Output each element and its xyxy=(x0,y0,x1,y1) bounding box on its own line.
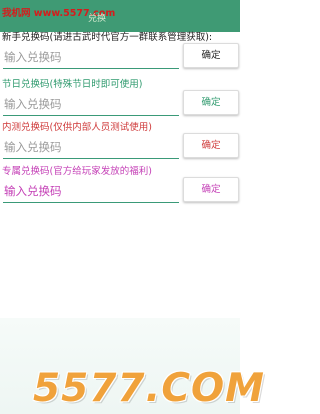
watermark-area: 5577.COM xyxy=(0,318,264,414)
section-label: 节日兑换码(特殊节日时即可使用) xyxy=(2,79,143,90)
newbie-code-input[interactable]: 输入兑换码 xyxy=(3,49,179,69)
site-logo-watermark: 5577.COM xyxy=(33,366,265,411)
section-label: 新手兑换码(请进古武时代官方一群联系管理获取): xyxy=(2,32,213,43)
holiday-code-input[interactable]: 输入兑换码 xyxy=(3,96,179,116)
section-label: 内测兑换码(仅供内部人员测试使用) xyxy=(2,122,152,133)
input-placeholder: 输入兑换码 xyxy=(4,50,62,64)
input-placeholder: 输入兑换码 xyxy=(4,184,62,198)
section-label: 专属兑换码(官方给玩家发放的福利) xyxy=(2,166,152,177)
beta-code-input[interactable]: 输入兑换码 xyxy=(3,139,179,159)
app-bar: 我机网 www.5577.com 兑换 xyxy=(0,0,240,32)
input-placeholder: 输入兑换码 xyxy=(4,97,62,111)
holiday-confirm-button[interactable]: 确定 xyxy=(183,90,239,115)
newbie-confirm-button[interactable]: 确定 xyxy=(183,43,239,68)
input-placeholder: 输入兑换码 xyxy=(4,140,62,154)
exclusive-code-input[interactable]: 输入兑换码 xyxy=(3,183,179,203)
app-bar-title: 兑换 xyxy=(88,14,107,24)
beta-confirm-button[interactable]: 确定 xyxy=(183,133,239,158)
exclusive-confirm-button[interactable]: 确定 xyxy=(183,177,239,202)
